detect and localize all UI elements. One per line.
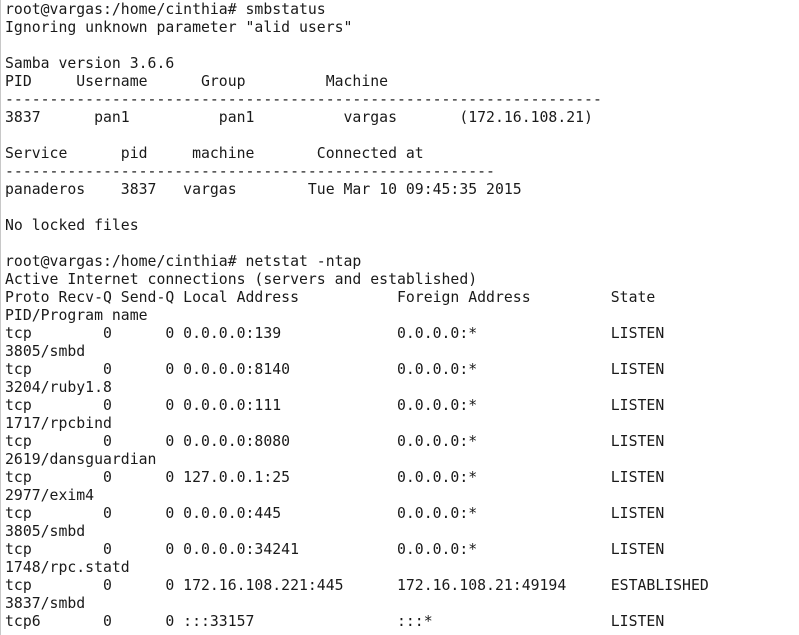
terminal-window[interactable]: root@vargas:/home/cinthia# smbstatus Igno… (0, 0, 799, 635)
terminal-line: 2977/exim4 (5, 487, 95, 504)
terminal-line: PID Username Group Machine (5, 73, 389, 90)
terminal-line: Ignoring unknown parameter "alid users" (5, 19, 353, 36)
terminal-line: 3204/ruby1.8 (5, 379, 112, 396)
terminal-line: panaderos 3837 vargas Tue Mar 10 09:45:3… (5, 181, 522, 198)
terminal-line: tcp 0 0 127.0.0.1:25 0.0.0.0:* LISTEN (5, 469, 665, 486)
terminal-line: PID/Program name (5, 307, 148, 324)
terminal-line: 3805/smbd (5, 523, 86, 540)
terminal-line: ----------------------------------------… (5, 163, 495, 180)
terminal-line: tcp 0 0 0.0.0.0:8080 0.0.0.0:* LISTEN (5, 433, 665, 450)
terminal-line: tcp 0 0 0.0.0.0:445 0.0.0.0:* LISTEN (5, 505, 665, 522)
terminal-line: 3837 pan1 pan1 vargas (172.16.108.21) (5, 109, 593, 126)
terminal-line: 3837/smbd (5, 595, 86, 612)
terminal-line: root@vargas:/home/cinthia# netstat -ntap (5, 253, 362, 270)
terminal-line: root@vargas:/home/cinthia# smbstatus (5, 1, 326, 18)
terminal-line: tcp 0 0 0.0.0.0:34241 0.0.0.0:* LISTEN (5, 541, 665, 558)
terminal-line: 2619/dansguardian (5, 451, 157, 468)
terminal-line: tcp 0 0 0.0.0.0:8140 0.0.0.0:* LISTEN (5, 361, 665, 378)
terminal-line: tcp 0 0 0.0.0.0:139 0.0.0.0:* LISTEN (5, 325, 665, 342)
terminal-line: Proto Recv-Q Send-Q Local Address Foreig… (5, 289, 656, 306)
terminal-line: ----------------------------------------… (5, 91, 602, 108)
terminal-line: 1717/rpcbind (5, 415, 112, 432)
terminal-line: 3805/smbd (5, 343, 86, 360)
terminal-line: No locked files (5, 217, 139, 234)
terminal-line: Active Internet connections (servers and… (5, 271, 478, 288)
terminal-line: tcp 0 0 0.0.0.0:111 0.0.0.0:* LISTEN (5, 397, 665, 414)
terminal-line: 1748/rpc.statd (5, 559, 130, 576)
terminal-line: Service pid machine Connected at (5, 145, 424, 162)
terminal-line: tcp6 0 0 :::33157 :::* LISTEN (5, 613, 665, 630)
terminal-line: Samba version 3.6.6 (5, 55, 175, 72)
terminal-line: tcp 0 0 172.16.108.221:445 172.16.108.21… (5, 577, 709, 594)
terminal-output: root@vargas:/home/cinthia# smbstatus Igno… (5, 1, 709, 631)
